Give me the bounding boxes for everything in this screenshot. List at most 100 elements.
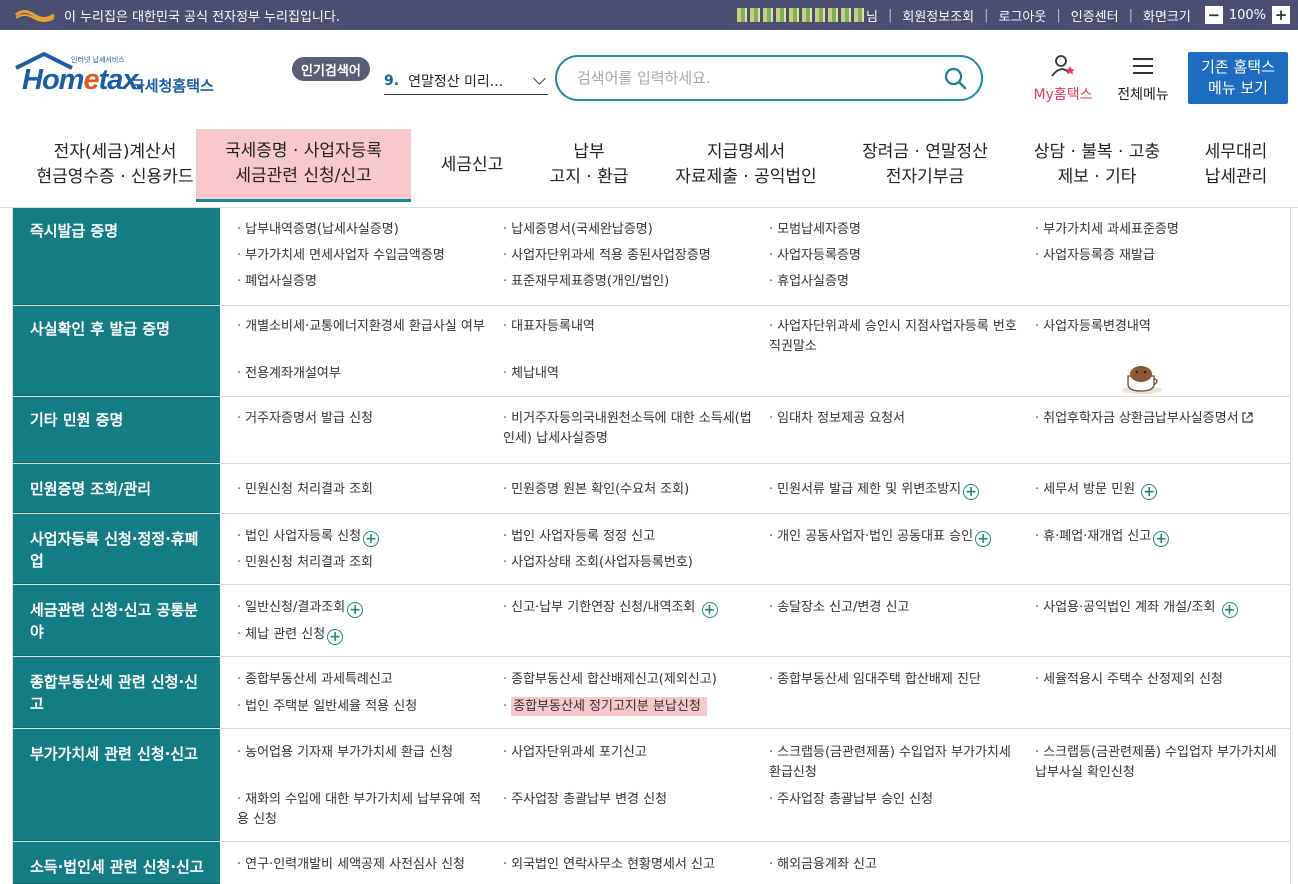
menu-link[interactable]: 연구·인력개발비 세액공제 사전심사 신청 [237,855,465,875]
gnb-item-e-invoice[interactable]: 전자(세금)계산서 현금영수증 · 신용카드 [30,122,200,208]
menu-link[interactable]: 민원신청 처리결과 조회 [237,553,373,573]
menu-link[interactable]: 사업자등록증 재발급 [1035,246,1155,266]
gnb-item-payment[interactable]: 납부 고지 · 환급 [540,122,638,208]
menu-link[interactable]: 주사업장 총괄납부 승인 신청 [769,790,933,810]
divider: | [1128,7,1133,23]
menu-link[interactable]: 사업자단위과세 포기신고 [503,743,647,763]
search-icon[interactable] [943,66,967,90]
menu-link[interactable]: 폐업사실증명 [237,272,317,292]
menu-link[interactable]: 개인 공동사업자·법인 공동대표 승인+ [769,527,992,547]
link-cert-center[interactable]: 인증센터 [1071,6,1119,25]
menu-link[interactable]: 사업용·공익법인 계좌 개설/조회 + [1035,598,1238,618]
menu-link[interactable]: 스크랩등(금관련제품) 수입업자 부가가치세 환급신청 [769,743,1019,783]
menu-link[interactable]: 재화의 수입에 대한 부가가치세 납부유예 적용 신청 [237,790,493,830]
expand-plus-icon[interactable]: + [347,602,364,618]
menu-link[interactable]: 체납 관련 신청+ [237,625,344,645]
all-menu-button[interactable]: 전체메뉴 [1110,56,1176,104]
gnb-item-consulting[interactable]: 상담 · 불복 · 고충 제보 · 기타 [1026,122,1168,208]
legacy-hometax-menu-button[interactable]: 기존 홈택스 메뉴 보기 [1188,52,1288,104]
menu-link[interactable]: 납세증명서(국세완납증명) [503,220,653,240]
popular-search-dropdown[interactable]: 9. 연말정산 미리... [384,67,548,95]
menu-link[interactable]: 휴업사실증명 [769,272,849,292]
menu-link[interactable]: 대표자등록내역 [503,317,595,337]
menu-link[interactable]: 스크랩등(금관련제품) 수입업자 부가가치세 납부사실 확인신청 [1035,743,1287,783]
gnb-item-tax-agent[interactable]: 세무대리 납세관리 [1196,122,1276,208]
gnb-item-certificates[interactable]: 국세증명 · 사업자등록 세금관련 신청/신고 [196,122,411,208]
menu-link[interactable]: 세율적용시 주택수 산정제외 신청 [1035,670,1223,690]
menu-link[interactable]: 개별소비세·교통에너지환경세 환급사실 여부 [237,317,487,337]
menu-link[interactable]: 일반신청/결과조회+ [237,598,364,618]
menu-link[interactable]: 휴·폐업·재개업 신고+ [1035,527,1170,547]
menu-link[interactable]: 민원신청 처리결과 조회 [237,480,373,500]
chevron-down-icon [533,71,546,85]
zoom-out-button[interactable]: − [1204,6,1223,24]
site-header: 인터넷 납세서비스 Hometax. 국세청홈택스 인기검색어 9. 연말정산 … [0,30,1298,122]
legacy-menu-label-1: 기존 홈택스 [1201,58,1275,76]
expand-plus-icon[interactable]: + [701,602,718,618]
my-hometax-button[interactable]: My홈택스 [1027,54,1099,104]
category-label: 소득·법인세 관련 신청·신고 [13,842,220,884]
menu-row: 즉시발급 증명 납부내역증명(납세사실증명) 납세증명서(국세완납증명) 모범납… [13,208,1290,306]
expand-plus-icon[interactable]: + [1153,531,1170,547]
menu-link[interactable]: 사업자등록증명 [769,246,861,266]
menu-link[interactable]: 임대차 정보제공 요청서 [769,409,905,429]
menu-link[interactable]: 법인 주택분 일반세율 적용 신청 [237,697,417,717]
menu-link[interactable]: 주사업장 총괄납부 변경 신청 [503,790,667,810]
menu-link[interactable]: 거주자증명서 발급 신청 [237,409,373,429]
menu-link[interactable]: 체납내역 [503,364,559,384]
menu-link[interactable]: 부가가치세 면세사업자 수입금액증명 [237,246,445,266]
popular-rank-number: 9. [384,72,400,89]
menu-link[interactable]: 세무서 방문 민원 + [1035,480,1158,500]
divider: | [984,7,989,23]
gnb-item-incentives[interactable]: 장려금 · 연말정산 전자기부금 [852,122,998,208]
expand-plus-icon[interactable]: + [963,484,980,500]
menu-link[interactable]: 비거주자등의국내원천소득에 대한 소득세(법인세) 납세사실증명 [503,409,753,449]
category-label: 사업자등록 신청·정정·휴폐업 [13,514,220,584]
zoom-in-button[interactable]: + [1272,6,1290,24]
menu-link-highlighted[interactable]: 종합부동산세 정기고지분 분납신청 [503,697,707,717]
menu-link[interactable]: 외국법인 연락사무소 현황명세서 신고 [503,855,715,875]
coffee-mascot-icon [1122,366,1162,394]
expand-plus-icon[interactable]: + [363,531,380,547]
gnb-item-payment-statements[interactable]: 지급명세서 자료제출 · 공익법인 [668,122,824,208]
category-label: 민원증명 조회/관리 [13,464,220,513]
menu-link[interactable]: 송달장소 신고/변경 신고 [769,598,909,618]
menu-link[interactable]: 법인 사업자등록 정정 신고 [503,527,655,547]
link-member-info[interactable]: 회원정보조회 [902,6,974,25]
menu-link[interactable]: 부가가치세 과세표준증명 [1035,220,1179,240]
link-logout[interactable]: 로그아웃 [999,6,1047,25]
menu-link[interactable]: 사업자단위과세 승인시 지점사업자등록 번호 직권말소 [769,317,1019,357]
menu-row: 사실확인 후 발급 증명 개별소비세·교통에너지환경세 환급사실 여부 대표자등… [13,306,1290,397]
popular-search-badge: 인기검색어 [292,57,370,81]
menu-link[interactable]: 민원증명 원본 확인(수요처 조회) [503,480,689,500]
expand-plus-icon[interactable]: + [975,531,992,547]
menu-link[interactable]: 사업자등록변경내역 [1035,317,1151,337]
menu-link[interactable]: 종합부동산세 임대주택 합산배제 진단 [769,670,981,690]
expand-plus-icon[interactable]: + [1221,602,1238,618]
menu-link[interactable]: 법인 사업자등록 신청+ [237,527,380,547]
search-input[interactable] [577,69,943,87]
menu-link[interactable]: 표준재무제표증명(개인/법인) [503,272,669,292]
menu-link[interactable]: 종합부동산세 과세특례신고 [237,670,393,690]
expand-plus-icon[interactable]: + [327,629,344,645]
menu-link[interactable]: 모범납세자증명 [769,220,861,240]
menu-link[interactable]: 해외금융계좌 신고 [769,855,877,875]
menu-link-external[interactable]: 취업후학자금 상환금납부사실증명서 [1035,409,1254,429]
menu-link[interactable]: 민원서류 발급 제한 및 위변조방지+ [769,480,980,500]
divider: | [887,7,893,23]
all-menu-label: 전체메뉴 [1117,87,1169,103]
expand-plus-icon[interactable]: + [1141,484,1158,500]
gnb-item-tax-filing[interactable]: 세금신고 [432,122,512,208]
menu-row: 종합부동산세 관련 신청·신고 종합부동산세 과세특례신고 종합부동산세 합산배… [13,657,1290,729]
menu-link[interactable]: 신고·납부 기한연장 신청/내역조회 + [503,598,718,618]
menu-row: 민원증명 조회/관리 민원신청 처리결과 조회 민원증명 원본 확인(수요처 조… [13,464,1290,514]
menu-link[interactable]: 사업자단위과세 적용 종된사업장증명 [503,246,711,266]
hometax-logo[interactable]: 인터넷 납세서비스 Hometax. 국세청홈택스 [14,52,234,102]
menu-link[interactable]: 농어업용 기자재 부가가치세 환급 신청 [237,743,453,763]
logo-wordmark: Hometax. [22,64,146,96]
menu-link[interactable]: 사업자상태 조회(사업자등록번호) [503,553,693,573]
menu-link[interactable]: 종합부동산세 합산배제신고(제외신고) [503,670,717,690]
menu-link[interactable]: 전용계좌개설여부 [237,364,341,384]
category-label: 기타 민원 증명 [13,397,220,463]
menu-link[interactable]: 납부내역증명(납세사실증명) [237,220,399,240]
